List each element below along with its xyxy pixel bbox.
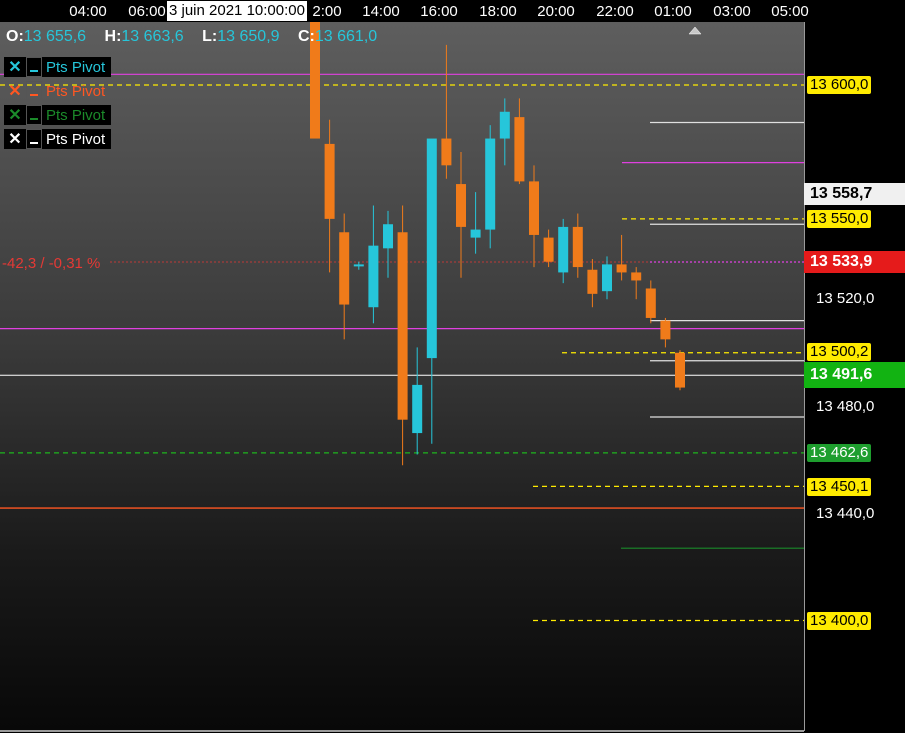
candle-body bbox=[616, 264, 627, 273]
open-key: O: bbox=[6, 28, 24, 45]
candle-body bbox=[572, 226, 583, 268]
time-axis[interactable]: 04:00 06:00 2:00 14:00 16:00 18:00 20:00… bbox=[0, 0, 905, 22]
candle-body bbox=[543, 237, 554, 262]
price-tag-13462: 13 462,6 bbox=[807, 444, 872, 462]
time-label: 03:00 bbox=[713, 3, 751, 20]
time-label: 06:00 bbox=[128, 3, 166, 20]
candle-body bbox=[397, 232, 408, 420]
price-tag-13533: 13 533,9 bbox=[804, 251, 905, 273]
chart-bottom-border bbox=[0, 730, 804, 732]
high-key: H: bbox=[104, 28, 122, 45]
close-icon[interactable]: ✕ bbox=[6, 130, 24, 148]
close-icon[interactable]: ✕ bbox=[6, 58, 24, 76]
legend-pivot-2[interactable]: ✕ Pts Pivot bbox=[4, 81, 111, 101]
candle-body bbox=[470, 229, 481, 238]
high-value: 13 663,6 bbox=[121, 28, 184, 45]
low-value: 13 650,9 bbox=[217, 28, 280, 45]
price-tag-13600: 13 600,0 bbox=[807, 76, 872, 94]
price-tag-13400: 13 400,0 bbox=[807, 612, 872, 630]
candle-body bbox=[645, 288, 656, 318]
ohlc-readout: O:13 655,6 H:13 663,6 L:13 650,9 C:13 66… bbox=[6, 28, 391, 46]
line-style-icon[interactable] bbox=[26, 57, 42, 77]
line-style-icon[interactable] bbox=[26, 81, 42, 101]
candle-body bbox=[587, 269, 598, 294]
price-tag-13480: 13 480,0 bbox=[816, 398, 875, 415]
candle-body bbox=[456, 184, 466, 227]
time-label: 14:00 bbox=[362, 3, 400, 20]
line-style-icon[interactable] bbox=[26, 105, 42, 125]
candle-body bbox=[383, 224, 393, 249]
price-tag-13500: 13 500,2 bbox=[807, 343, 872, 361]
candle-body bbox=[514, 117, 525, 182]
candle-body bbox=[441, 138, 452, 166]
candle-body bbox=[675, 352, 685, 388]
time-label: 2:00 bbox=[312, 3, 342, 20]
time-label: 16:00 bbox=[420, 3, 458, 20]
candle-body bbox=[324, 143, 335, 219]
candle-body bbox=[660, 320, 671, 340]
low-key: L: bbox=[202, 28, 218, 45]
close-icon[interactable]: ✕ bbox=[6, 82, 24, 100]
legend-pivot-1[interactable]: ✕ Pts Pivot bbox=[4, 57, 112, 77]
candle-body bbox=[558, 226, 569, 273]
time-label: 05:00 bbox=[771, 3, 809, 20]
price-tag-13491: 13 491,6 bbox=[804, 362, 905, 388]
candle-body bbox=[602, 264, 612, 292]
candle-body bbox=[485, 138, 496, 230]
candle-body bbox=[499, 111, 510, 139]
legend-pivot-4[interactable]: ✕ Pts Pivot bbox=[4, 129, 112, 149]
close-value: 13 661,0 bbox=[314, 28, 378, 45]
candle-body bbox=[412, 384, 423, 434]
candle-body bbox=[339, 232, 350, 305]
time-label: 04:00 bbox=[69, 3, 107, 20]
legend-pivot-3[interactable]: ✕ Pts Pivot bbox=[4, 105, 112, 125]
time-label: 20:00 bbox=[537, 3, 575, 20]
candle-body bbox=[426, 138, 437, 359]
price-tag-13550: 13 550,0 bbox=[807, 210, 872, 228]
candle-body bbox=[529, 181, 539, 235]
chart-area[interactable] bbox=[0, 22, 804, 731]
crosshair-date-label: 3 juin 2021 10:00:00 bbox=[167, 1, 307, 21]
change-percent-label: -42,3 / -0,31 % bbox=[2, 255, 101, 272]
time-label: 18:00 bbox=[479, 3, 517, 20]
candlestick-chart[interactable] bbox=[0, 22, 804, 731]
candle-body bbox=[631, 272, 642, 281]
time-label: 01:00 bbox=[654, 3, 692, 20]
price-tag-13558: 13 558,7 bbox=[804, 183, 905, 205]
price-tag-13450: 13 450,1 bbox=[807, 478, 872, 496]
open-value: 13 655,6 bbox=[23, 28, 87, 45]
price-tag-13440: 13 440,0 bbox=[816, 505, 875, 522]
time-label: 22:00 bbox=[596, 3, 634, 20]
line-style-icon[interactable] bbox=[26, 129, 42, 149]
candle-body bbox=[368, 245, 379, 308]
price-tag-13520: 13 520,0 bbox=[816, 290, 875, 307]
candle-body bbox=[353, 264, 364, 267]
close-icon[interactable]: ✕ bbox=[6, 106, 24, 124]
close-key: C: bbox=[297, 28, 315, 45]
